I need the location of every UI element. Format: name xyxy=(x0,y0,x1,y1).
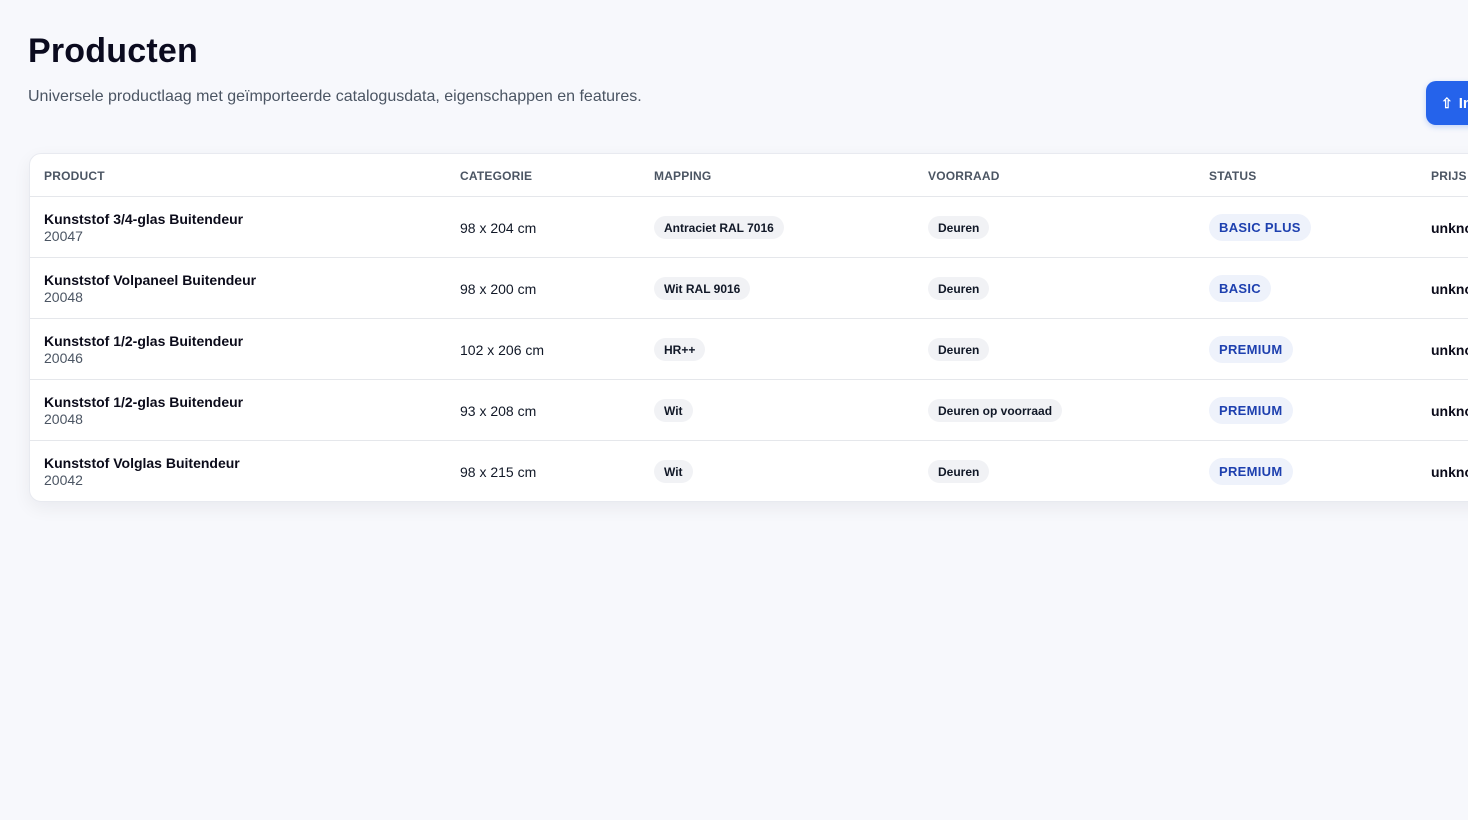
product-sku: 20042 xyxy=(44,472,83,488)
column-header-stock[interactable]: VOORRAAD xyxy=(928,169,1000,183)
table-row[interactable]: Kunststof 1/2-glas Buitendeur 20046 102 … xyxy=(30,319,1468,380)
status-badge: BASIC PLUS xyxy=(1209,214,1311,241)
product-name[interactable]: Kunststof Volglas Buitendeur xyxy=(44,455,240,471)
import-button-label: Importeren xyxy=(1458,94,1468,112)
product-price: unknown xyxy=(1431,464,1468,480)
product-sku: 20048 xyxy=(44,289,83,305)
page-title: Producten xyxy=(28,32,198,70)
product-price: unknown xyxy=(1431,403,1468,419)
mapping-chip: HR++ xyxy=(654,338,706,361)
table-header: PRODUCT CATEGORIE MAPPING VOORRAAD STATU… xyxy=(30,154,1468,197)
stock-chip: Deuren xyxy=(928,338,990,361)
table-row[interactable]: Kunststof Volpaneel Buitendeur 20048 98 … xyxy=(30,258,1468,319)
page-subtitle: Universele productlaag met geïmporteerde… xyxy=(28,88,642,105)
product-name[interactable]: Kunststof Volpaneel Buitendeur xyxy=(44,272,256,288)
column-header-product[interactable]: PRODUCT xyxy=(44,169,105,183)
table-row[interactable]: Kunststof Volglas Buitendeur 20042 98 x … xyxy=(30,441,1468,501)
status-badge: PREMIUM xyxy=(1209,336,1293,363)
product-category: 98 x 204 cm xyxy=(460,220,537,236)
product-name[interactable]: Kunststof 3/4-glas Buitendeur xyxy=(44,211,243,227)
mapping-chip: Wit RAL 9016 xyxy=(654,277,751,300)
upload-arrow-icon: ⇧ xyxy=(1441,95,1453,111)
mapping-chip: Wit xyxy=(654,399,693,422)
stock-chip: Deuren op voorraad xyxy=(928,399,1063,422)
products-table: PRODUCT CATEGORIE MAPPING VOORRAAD STATU… xyxy=(29,153,1468,502)
product-sku: 20047 xyxy=(44,228,83,244)
mapping-chip: Antraciet RAL 7016 xyxy=(654,216,784,239)
column-header-status[interactable]: STATUS xyxy=(1209,169,1256,183)
product-name[interactable]: Kunststof 1/2-glas Buitendeur xyxy=(44,394,243,410)
product-sku: 20046 xyxy=(44,350,83,366)
stock-chip: Deuren xyxy=(928,460,990,483)
mapping-chip: Wit xyxy=(654,460,693,483)
product-name[interactable]: Kunststof 1/2-glas Buitendeur xyxy=(44,333,243,349)
product-category: 98 x 200 cm xyxy=(460,281,537,297)
product-price: unknown xyxy=(1431,220,1468,236)
column-header-category[interactable]: CATEGORIE xyxy=(460,169,532,183)
status-badge: PREMIUM xyxy=(1209,397,1293,424)
column-header-mapping[interactable]: MAPPING xyxy=(654,169,711,183)
product-category: 102 x 206 cm xyxy=(460,342,545,358)
import-button[interactable]: ⇧ Importeren xyxy=(1426,81,1468,125)
table-row[interactable]: Kunststof 1/2-glas Buitendeur 20048 93 x… xyxy=(30,380,1468,441)
column-header-price[interactable]: PRIJS xyxy=(1431,169,1467,183)
product-price: unknown xyxy=(1431,342,1468,358)
status-badge: PREMIUM xyxy=(1209,458,1293,485)
stock-chip: Deuren xyxy=(928,216,990,239)
table-row[interactable]: Kunststof 3/4-glas Buitendeur 20047 98 x… xyxy=(30,197,1468,258)
products-page: Producten Universele productlaag met geï… xyxy=(0,0,1468,820)
product-category: 98 x 215 cm xyxy=(460,464,537,480)
product-category: 93 x 208 cm xyxy=(460,403,537,419)
product-sku: 20048 xyxy=(44,411,83,427)
stock-chip: Deuren xyxy=(928,277,990,300)
product-price: unknown xyxy=(1431,281,1468,297)
status-badge: BASIC xyxy=(1209,275,1271,302)
